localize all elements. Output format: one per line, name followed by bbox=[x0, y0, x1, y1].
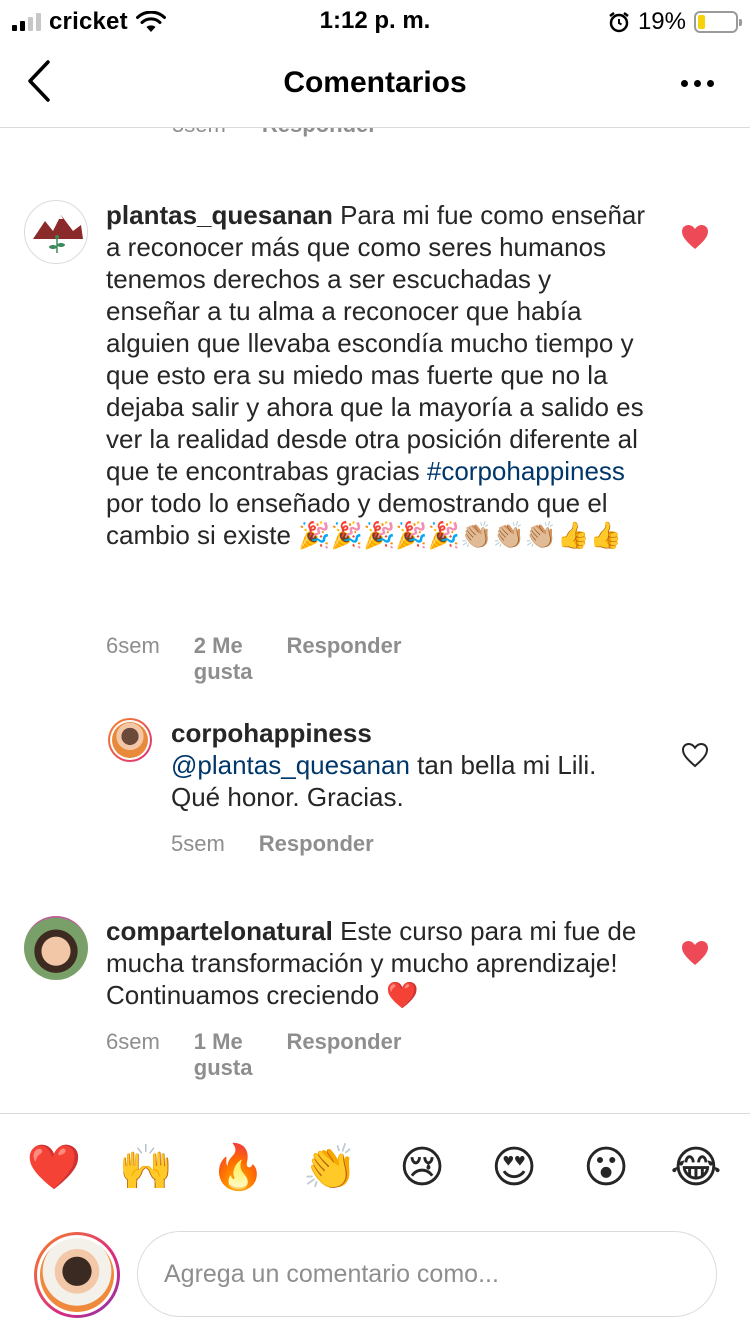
comment-username[interactable]: plantas_quesanan bbox=[106, 200, 333, 230]
emoji-surprised-button[interactable]: 😮 bbox=[578, 1140, 634, 1196]
status-bar: cricket 1:12 p. m. 19% bbox=[0, 0, 750, 40]
reply-button[interactable]: Responder bbox=[286, 1029, 401, 1081]
comment-body: plantas_quesanan Para mi fue como enseña… bbox=[106, 199, 646, 551]
alarm-icon bbox=[609, 12, 629, 33]
comment-emojis: 🎉🎉🎉🎉🎉👏🏼👏🏼👏🏼👍👍 bbox=[298, 520, 622, 550]
avatar[interactable] bbox=[24, 916, 88, 980]
emoji-crying-button[interactable]: 😢 bbox=[394, 1140, 450, 1196]
reply-button[interactable]: Responder bbox=[286, 633, 401, 685]
hashtag-link[interactable]: #corpohappiness bbox=[427, 456, 625, 486]
avatar[interactable] bbox=[24, 200, 88, 264]
comment-time: 6sem bbox=[106, 633, 160, 658]
comment-meta: 6sem 1 Me gusta Responder bbox=[106, 1029, 401, 1081]
status-right: 19% bbox=[608, 8, 742, 36]
battery-icon bbox=[694, 11, 742, 33]
battery-fill bbox=[698, 15, 705, 29]
comment-input[interactable] bbox=[137, 1231, 717, 1317]
reply-button[interactable]: Responder bbox=[259, 831, 374, 857]
battery-percent: 19% bbox=[637, 8, 686, 35]
comment-username[interactable]: corpohappiness bbox=[171, 718, 372, 748]
emoji-heart-eyes-button[interactable]: 😍 bbox=[486, 1140, 542, 1196]
my-avatar bbox=[34, 1232, 120, 1318]
likes-count[interactable]: 1 Me gusta bbox=[194, 1029, 253, 1081]
quick-emoji-bar: ❤️ 🙌 🔥 👏 😢 😍 😮 😂 bbox=[0, 1140, 750, 1196]
emoji-laughing-button[interactable]: 😂 bbox=[668, 1140, 724, 1196]
comment-meta: 5sem Responder bbox=[171, 831, 374, 857]
like-heart-icon[interactable] bbox=[681, 224, 709, 250]
comment-meta: 6sem 2 Me gusta Responder bbox=[106, 633, 401, 685]
comment-username[interactable]: compartelonatural bbox=[106, 916, 333, 946]
emoji-heart-button[interactable]: ❤️ bbox=[26, 1140, 82, 1196]
comments-header: Comentarios bbox=[0, 44, 750, 128]
emoji-fire-button[interactable]: 🔥 bbox=[210, 1140, 266, 1196]
like-heart-outline-icon[interactable] bbox=[681, 742, 709, 768]
page-title: Comentarios bbox=[283, 66, 467, 99]
divider bbox=[0, 1113, 750, 1114]
comment-body: corpohappiness @plantas_quesanan tan bel… bbox=[171, 717, 651, 813]
comment-time: 5sem bbox=[171, 831, 225, 856]
more-options-icon[interactable] bbox=[681, 80, 714, 87]
mention-link[interactable]: @plantas_quesanan bbox=[171, 750, 410, 780]
emoji-raised-hands-button[interactable]: 🙌 bbox=[118, 1140, 174, 1196]
comment-composer bbox=[0, 1226, 750, 1322]
comment-body: compartelonatural Este curso para mi fue… bbox=[106, 915, 651, 1011]
mountain-logo-icon bbox=[33, 215, 83, 254]
emoji-clap-button[interactable]: 👏 bbox=[302, 1140, 358, 1196]
avatar[interactable] bbox=[108, 718, 152, 762]
likes-count[interactable]: 2 Me gusta bbox=[194, 633, 253, 685]
like-heart-icon[interactable] bbox=[681, 940, 709, 966]
comment-time: 6sem bbox=[106, 1029, 160, 1054]
comment-text: Para mi fue como enseñar a reconocer más… bbox=[106, 200, 646, 486]
